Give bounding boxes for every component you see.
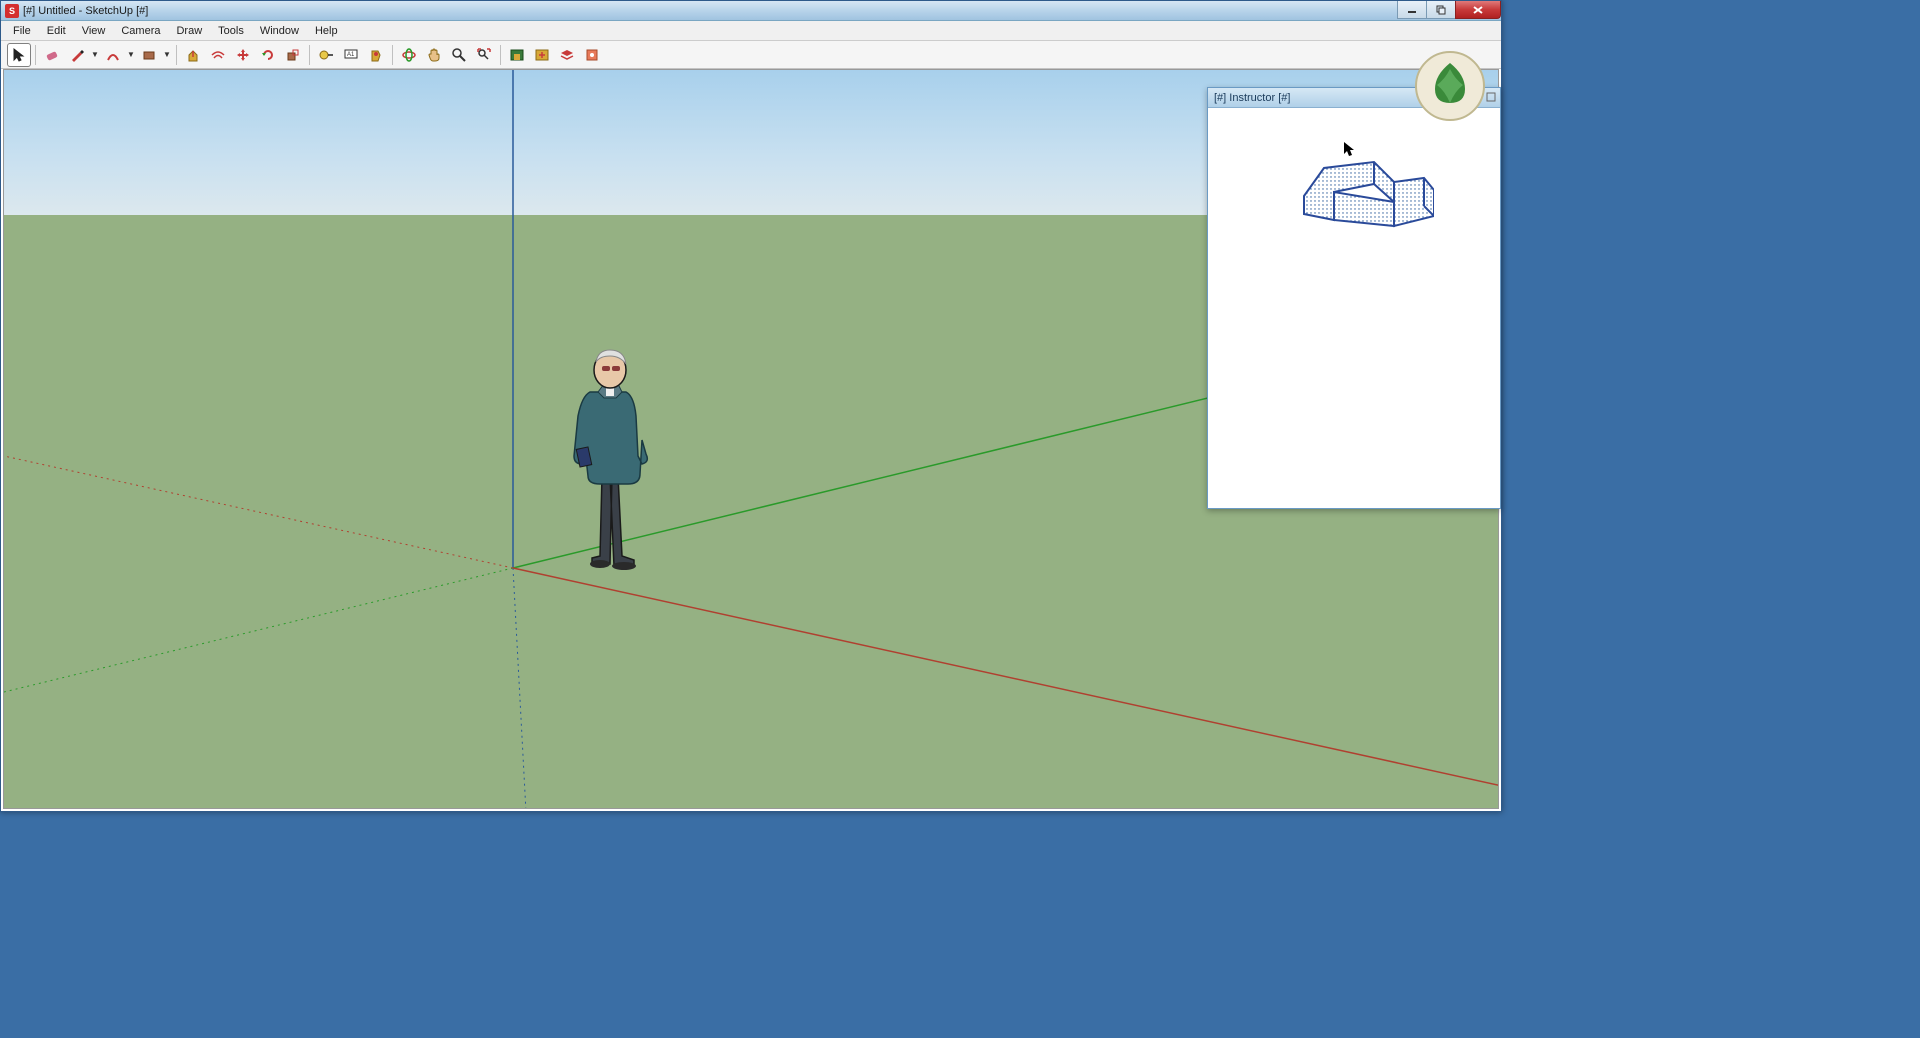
instructor-content [1208, 108, 1500, 284]
logo-badge [1413, 49, 1487, 123]
toolbar-separator [309, 45, 310, 65]
close-button[interactable] [1455, 1, 1501, 19]
extension-icon [534, 47, 550, 63]
menu-tools[interactable]: Tools [210, 23, 252, 39]
line-tool[interactable] [65, 43, 89, 67]
layout-tool[interactable] [580, 43, 604, 67]
maximize-button[interactable] [1426, 1, 1456, 19]
extension-warehouse-tool[interactable] [555, 43, 579, 67]
share-model-tool[interactable] [530, 43, 554, 67]
shape-dropdown[interactable]: ▼ [162, 50, 172, 59]
rotate-icon [260, 47, 276, 63]
toolbar-separator [392, 45, 393, 65]
zoom-tool[interactable] [447, 43, 471, 67]
menu-view[interactable]: View [74, 23, 114, 39]
arc-tool[interactable] [101, 43, 125, 67]
zoom-icon [451, 47, 467, 63]
orbit-icon [401, 47, 417, 63]
arc-dropdown[interactable]: ▼ [126, 50, 136, 59]
toolbar-separator [500, 45, 501, 65]
toolbar: ▼ ▼ ▼ A1 [1, 41, 1501, 69]
line-dropdown[interactable]: ▼ [90, 50, 100, 59]
text-tool[interactable]: A1 [339, 43, 363, 67]
instructor-panel[interactable]: [#] Instructor [#] [1207, 87, 1501, 509]
toolbar-separator [176, 45, 177, 65]
menu-file[interactable]: File [5, 23, 39, 39]
window-title: [#] Untitled - SketchUp [#] [23, 5, 148, 17]
arrow-icon [11, 47, 27, 63]
minimize-icon [1407, 5, 1417, 15]
arc-icon [105, 47, 121, 63]
app-window: S [#] Untitled - SketchUp [#] File Edit … [0, 0, 1502, 812]
offset-icon [210, 47, 226, 63]
menu-camera[interactable]: Camera [113, 23, 168, 39]
select-tool[interactable] [7, 43, 31, 67]
orbit-tool[interactable] [397, 43, 421, 67]
pushpull-tool[interactable] [181, 43, 205, 67]
tape-icon [318, 47, 334, 63]
eraser-icon [44, 47, 60, 63]
tape-tool[interactable] [314, 43, 338, 67]
instructor-title: [#] Instructor [#] [1214, 92, 1290, 104]
move-icon [235, 47, 251, 63]
move-tool[interactable] [231, 43, 255, 67]
zoom-extents-tool[interactable] [472, 43, 496, 67]
minimize-button[interactable] [1397, 1, 1427, 19]
menu-edit[interactable]: Edit [39, 23, 74, 39]
maximize-icon [1436, 5, 1446, 15]
addloc-icon [584, 47, 600, 63]
pushpull-icon [185, 47, 201, 63]
zoom-extents-icon [476, 47, 492, 63]
shape-tool[interactable] [137, 43, 161, 67]
rotate-tool[interactable] [256, 43, 280, 67]
eraser-tool[interactable] [40, 43, 64, 67]
close-small-icon [1486, 92, 1496, 102]
toolbar-separator [35, 45, 36, 65]
pan-icon [426, 47, 442, 63]
menu-help[interactable]: Help [307, 23, 346, 39]
scale-icon [285, 47, 301, 63]
paint-tool[interactable] [364, 43, 388, 67]
scale-figure[interactable] [560, 336, 670, 572]
warehouse-icon [509, 47, 525, 63]
menu-draw[interactable]: Draw [168, 23, 210, 39]
pan-tool[interactable] [422, 43, 446, 67]
paint-icon [368, 47, 384, 63]
app-icon: S [5, 4, 19, 18]
text-icon: A1 [343, 47, 359, 63]
menu-window[interactable]: Window [252, 23, 307, 39]
titlebar[interactable]: S [#] Untitled - SketchUp [#] [1, 1, 1501, 21]
rectangle-icon [141, 47, 157, 63]
offset-tool[interactable] [206, 43, 230, 67]
close-icon [1472, 5, 1484, 15]
layers-icon [559, 47, 575, 63]
instructor-preview [1261, 126, 1447, 266]
menubar: File Edit View Camera Draw Tools Window … [1, 21, 1501, 41]
svg-text:A1: A1 [347, 52, 355, 58]
get-models-tool[interactable] [505, 43, 529, 67]
scale-tool[interactable] [281, 43, 305, 67]
pencil-icon [69, 47, 85, 63]
